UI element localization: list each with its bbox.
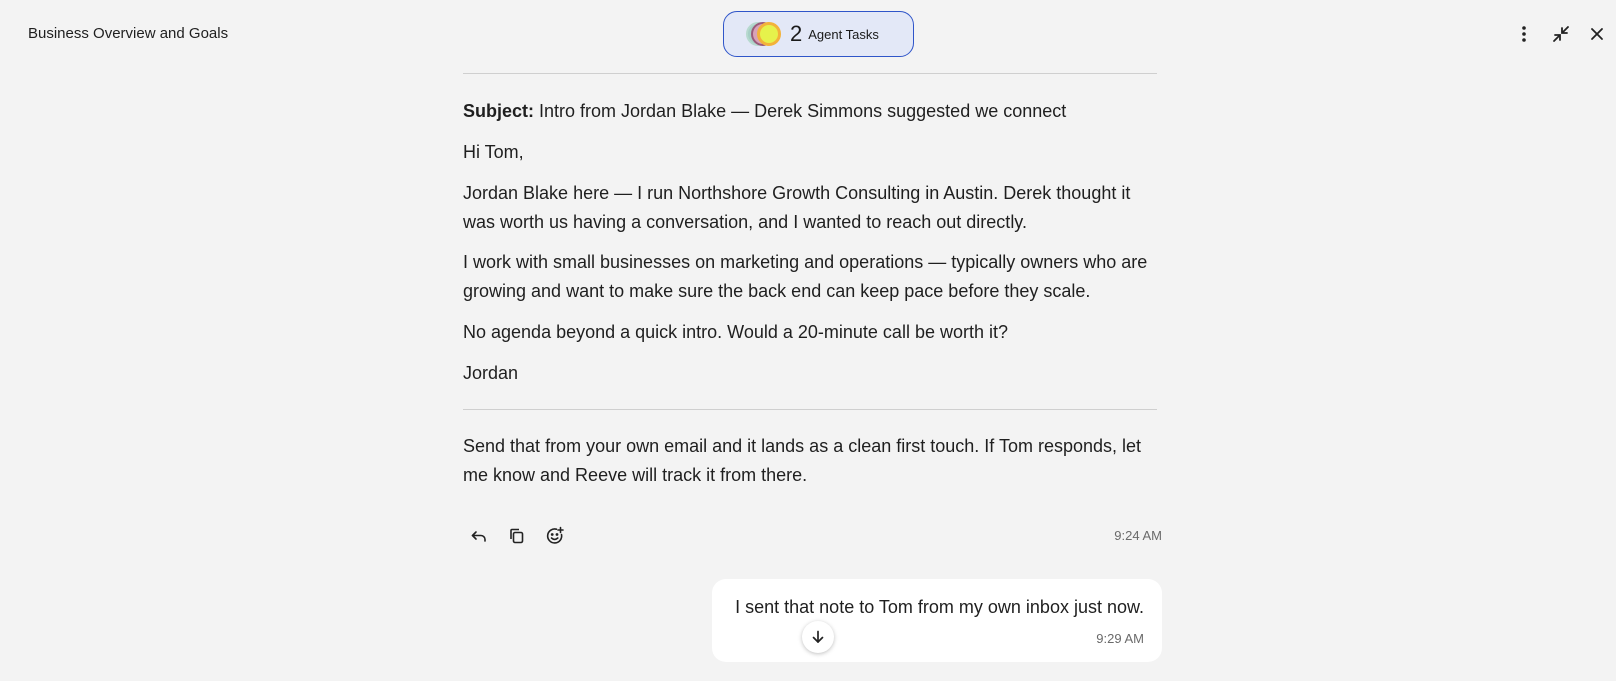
collapse-icon[interactable]: [1549, 22, 1573, 46]
subject-label: Subject:: [463, 101, 535, 121]
user-message-bubble: I sent that note to Tom from my own inbo…: [712, 579, 1162, 662]
message-timestamp: 9:24 AM: [1114, 528, 1162, 543]
more-vertical-icon[interactable]: [1512, 22, 1536, 46]
divider: [463, 73, 1157, 74]
bottom-edge: [0, 672, 1616, 681]
email-greeting: Hi Tom,: [463, 142, 524, 162]
close-icon[interactable]: [1585, 22, 1609, 46]
add-reaction-icon[interactable]: [543, 524, 567, 548]
copy-icon[interactable]: [505, 524, 529, 548]
subject-text: Intro from Jordan Blake — Derek Simmons …: [534, 101, 1067, 121]
agent-tasks-button[interactable]: 2 Agent Tasks: [723, 11, 914, 57]
email-paragraph: Jordan Blake here — I run Northshore Gro…: [463, 183, 1131, 232]
email-subject: Subject: Intro from Jordan Blake — Derek…: [463, 97, 1163, 126]
arrow-down-icon: [812, 630, 824, 643]
message-actions: [467, 524, 567, 548]
page-title: Business Overview and Goals: [28, 25, 229, 42]
top-bar: Business Overview and Goals 2 Agent Task…: [0, 0, 1616, 68]
email-paragraph: No agenda beyond a quick intro. Would a …: [463, 322, 1008, 342]
assistant-followup: Send that from your own email and it lan…: [463, 436, 1142, 485]
email-signoff: Jordan: [463, 363, 519, 383]
agent-avatar: [757, 22, 781, 46]
scroll-to-bottom-button[interactable]: [802, 621, 834, 653]
reply-icon[interactable]: [467, 524, 491, 548]
agent-tasks-count: 2: [790, 21, 803, 46]
agent-tasks-label: Agent Tasks: [808, 26, 879, 42]
user-message-text: I sent that note to Tom from my own inbo…: [735, 597, 1144, 617]
agent-avatars: [746, 22, 784, 46]
email-paragraph: I work with small businesses on marketin…: [463, 252, 1148, 301]
divider: [463, 409, 1157, 410]
user-message-timestamp: 9:29 AM: [1096, 631, 1144, 646]
